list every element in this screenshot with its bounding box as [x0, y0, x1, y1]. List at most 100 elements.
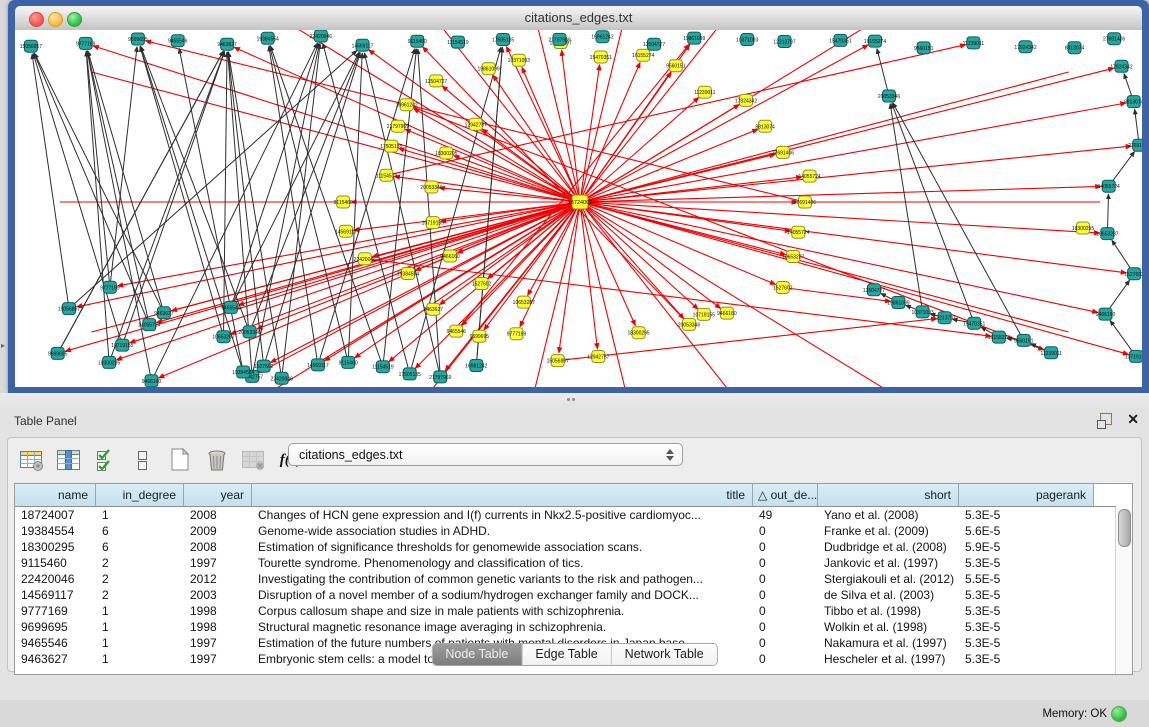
table-row[interactable]: 977716911998Corpus callosum shape and si…	[15, 603, 1116, 619]
table-cell[interactable]: 0	[753, 571, 818, 587]
graph-edge[interactable]	[87, 51, 151, 381]
table-cell[interactable]: Franke et al. (2009)	[818, 523, 959, 539]
table-cell[interactable]: 5.3E-5	[959, 555, 1094, 571]
table-cell[interactable]: 1	[96, 603, 184, 619]
tab-node-table[interactable]: Node Table	[432, 644, 521, 665]
graph-edge[interactable]	[877, 49, 889, 96]
table-cell[interactable]: 2008	[184, 539, 252, 555]
column-header-in_degree[interactable]: in_degree	[96, 484, 184, 506]
table-cell[interactable]: Changes of HCN gene expression and I(f) …	[252, 507, 753, 523]
table-cell[interactable]: Investigating the contribution of common…	[252, 571, 753, 587]
graph-edge[interactable]	[33, 54, 122, 345]
vertical-scrollbar-thumb[interactable]	[1118, 509, 1131, 547]
table-cell[interactable]: Jankovic et al. (1997)	[818, 555, 959, 571]
show-columns-button[interactable]	[53, 445, 85, 475]
table-cell[interactable]: 1	[96, 619, 184, 635]
table-cell[interactable]: 5.3E-5	[959, 507, 1094, 523]
table-cell[interactable]: 0	[753, 523, 818, 539]
table-cell[interactable]: Corpus callosum shape and size in male p…	[252, 603, 753, 619]
graph-edge[interactable]	[580, 202, 1128, 354]
table-cell[interactable]: 2	[96, 587, 184, 603]
table-cell[interactable]: 0	[753, 587, 818, 603]
graph-edge[interactable]	[323, 44, 410, 374]
graph-edge[interactable]	[580, 202, 1099, 233]
table-cell[interactable]: 1998	[184, 619, 252, 635]
table-cell[interactable]: 1	[96, 651, 184, 667]
table-mode-button[interactable]	[16, 445, 48, 475]
table-cell[interactable]: 0	[753, 619, 818, 635]
delete-column-button[interactable]	[201, 445, 233, 475]
table-cell[interactable]: 1	[96, 635, 184, 651]
table-cell[interactable]: 2	[96, 555, 184, 571]
table-cell[interactable]: Hescheler et al. (1997)	[818, 651, 959, 667]
table-cell[interactable]: 0	[753, 651, 818, 667]
tab-network-table[interactable]: Network Table	[611, 644, 717, 665]
table-cell[interactable]: 5.3E-5	[959, 603, 1094, 619]
column-header-short[interactable]: short	[818, 484, 959, 506]
table-cell[interactable]: 49	[753, 507, 818, 523]
table-cell[interactable]: 1997	[184, 555, 252, 571]
column-header-pagerank[interactable]: pagerank	[959, 484, 1094, 506]
vertical-scrollbar-track[interactable]	[1115, 507, 1132, 674]
table-cell[interactable]: 1	[96, 507, 184, 523]
graph-edge[interactable]	[580, 202, 1126, 273]
table-cell[interactable]: 9699695	[15, 619, 96, 635]
graph-edge[interactable]	[580, 202, 635, 325]
table-cell[interactable]: 5.3E-5	[959, 651, 1094, 667]
table-cell[interactable]: 5.3E-5	[959, 635, 1094, 651]
table-cell[interactable]: Wolkin et al. (1998)	[818, 619, 959, 635]
divider-resize-handle[interactable]	[567, 398, 579, 403]
graph-edge[interactable]	[580, 202, 597, 349]
table-cell[interactable]: Disruption of a novel member of a sodium…	[252, 587, 753, 603]
table-row[interactable]: 911546021997Tourette syndrome. Phenomeno…	[15, 555, 1116, 571]
table-cell[interactable]: Tibbo et al. (1998)	[818, 603, 959, 619]
table-cell[interactable]: 19384554	[15, 523, 96, 539]
table-cell[interactable]: 2008	[184, 507, 252, 523]
table-cell[interactable]: Dudbridge et al. (2008)	[818, 539, 959, 555]
table-cell[interactable]: Estimation of significance thresholds fo…	[252, 539, 753, 555]
graph-edge[interactable]	[890, 104, 922, 312]
table-cell[interactable]: 5.3E-5	[959, 619, 1094, 635]
table-selector-dropdown[interactable]: citations_edges.txt	[288, 443, 683, 466]
table-cell[interactable]: 5.6E-5	[959, 523, 1094, 539]
select-rows-button[interactable]	[90, 445, 122, 475]
graph-edge[interactable]	[476, 48, 502, 366]
table-row[interactable]: 1456911722003Disruption of a novel membe…	[15, 587, 1116, 603]
table-cell[interactable]: 6	[96, 523, 184, 539]
graph-edge[interactable]	[892, 104, 974, 324]
table-row[interactable]: 1938455462009Genome-wide association stu…	[15, 523, 1116, 539]
collapse-panel-arrow-icon[interactable]: ▸	[1, 341, 5, 350]
table-cell[interactable]: Tourette syndrome. Phenomenology and cla…	[252, 555, 753, 571]
table-cell[interactable]: 2012	[184, 571, 252, 587]
table-cell[interactable]: 2	[96, 571, 184, 587]
table-cell[interactable]: 14569117	[15, 587, 96, 603]
column-header-name[interactable]: name	[15, 484, 96, 506]
table-cell[interactable]: 18300295	[15, 539, 96, 555]
table-cell[interactable]: 9115460	[15, 555, 96, 571]
table-cell[interactable]: de Silva et al. (2003)	[818, 587, 959, 603]
float-panel-icon[interactable]	[1097, 413, 1113, 429]
graph-edge[interactable]	[580, 202, 684, 319]
table-cell[interactable]: 0	[753, 635, 818, 651]
table-cell[interactable]: 2003	[184, 587, 252, 603]
row-height-button[interactable]	[127, 445, 159, 475]
table-cell[interactable]: 2009	[184, 523, 252, 539]
table-row[interactable]: 1872400712008Changes of HCN gene express…	[15, 507, 1116, 523]
graph-edge[interactable]	[580, 202, 1069, 332]
table-row[interactable]: 2242004622012Investigating the contribut…	[15, 571, 1116, 587]
table-cell[interactable]: 0	[753, 555, 818, 571]
table-cell[interactable]: 1998	[184, 603, 252, 619]
graph-edge[interactable]	[580, 202, 1098, 312]
table-cell[interactable]: 1997	[184, 635, 252, 651]
graph-edge[interactable]	[250, 53, 360, 332]
graph-edge[interactable]	[580, 45, 868, 202]
table-cell[interactable]: 18724007	[15, 507, 96, 523]
table-cell[interactable]: Yano et al. (2008)	[818, 507, 959, 523]
network-canvas[interactable]: 1872400727691406140557241065328715276029…	[15, 30, 1142, 387]
table-cell[interactable]: 5.3E-5	[959, 587, 1094, 603]
memory-status-icon[interactable]	[1111, 706, 1127, 722]
graph-edge[interactable]	[264, 53, 361, 366]
table-row[interactable]: 969969511998Structural magnetic resonanc…	[15, 619, 1116, 635]
close-panel-icon[interactable]: ✕	[1127, 411, 1139, 428]
graph-edge[interactable]	[558, 319, 937, 361]
